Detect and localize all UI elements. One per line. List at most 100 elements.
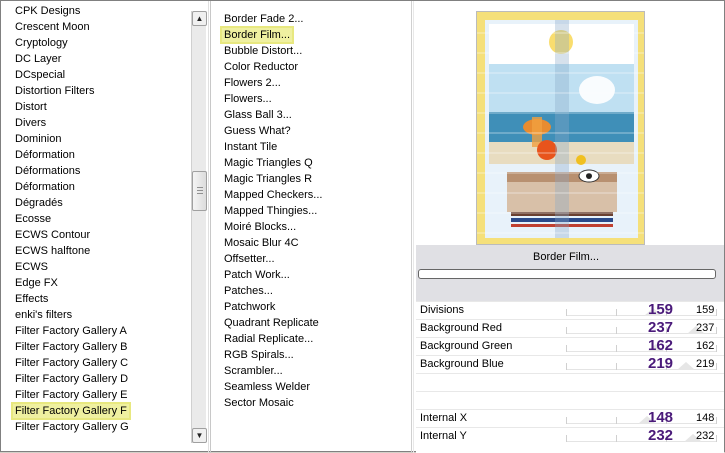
category-item[interactable]: Filter Factory Gallery D [3,371,191,387]
category-item[interactable]: Effects [3,291,191,307]
scroll-thumb[interactable] [192,171,207,211]
category-item[interactable]: Filter Factory Gallery F [3,402,191,420]
effect-item[interactable]: Mapped Thingies... [212,203,407,219]
effect-item[interactable]: Offsetter... [212,251,407,267]
effect-item[interactable]: RGB Spirals... [212,347,407,363]
effect-item[interactable]: Mosaic Blur 4C [212,235,407,251]
category-item[interactable]: Déformations [3,163,191,179]
effect-item-label: Magic Triangles R [224,173,313,185]
effect-item[interactable]: Mapped Checkers... [212,187,407,203]
category-item-label: Effects [15,293,49,305]
category-item-label: DC Layer [15,53,62,65]
effect-item[interactable]: Flowers 2... [212,75,407,91]
param-value[interactable]: 159 [696,304,714,316]
slider-tick [566,345,567,352]
category-item-label: Dominion [15,133,62,145]
category-item[interactable]: Filter Factory Gallery C [3,355,191,371]
effect-item-label: Patches... [224,285,273,297]
effect-item-label: Instant Tile [224,141,278,153]
category-item[interactable]: Distort [3,99,191,115]
category-item-label: enki's filters [15,309,73,321]
effect-item-label: Border Fade 2... [224,13,304,25]
category-item[interactable]: Dégradés [3,195,191,211]
category-item[interactable]: Edge FX [3,275,191,291]
effect-item[interactable]: Sector Mosaic [212,395,407,411]
category-item[interactable]: ECWS halftone [3,243,191,259]
effect-item[interactable]: Patch Work... [212,267,407,283]
param-value[interactable]: 232 [696,430,714,442]
effect-item[interactable]: Magic Triangles R [212,171,407,187]
param-value[interactable]: 162 [696,340,714,352]
scroll-up-button[interactable]: ▲ [192,11,207,26]
category-item[interactable]: enki's filters [3,307,191,323]
category-item[interactable]: ECWS [3,259,191,275]
slider-tick [566,327,567,334]
category-item[interactable]: Filter Factory Gallery G [3,419,191,435]
category-scrollbar[interactable]: ▲ ▼ [191,11,207,443]
effect-item[interactable]: Scrambler... [212,363,407,379]
effect-item[interactable]: Guess What? [212,123,407,139]
category-item-label: Distortion Filters [15,85,95,97]
effect-item[interactable]: Patches... [212,283,407,299]
category-item-label: Distort [15,101,47,113]
effect-item[interactable]: Quadrant Replicate [212,315,407,331]
effect-item-label: Patch Work... [224,269,290,281]
slider-tick [566,363,567,370]
effect-item[interactable]: Instant Tile [212,139,407,155]
param-value[interactable]: 237 [696,322,714,334]
pane-divider [411,1,414,453]
category-item[interactable]: Filter Factory Gallery E [3,387,191,403]
slider-tick [716,417,717,424]
preview-image [476,11,645,245]
effect-item[interactable]: Moiré Blocks... [212,219,407,235]
slider-tick [716,309,717,316]
effect-item-label: Radial Replicate... [224,333,314,345]
category-item[interactable]: Filter Factory Gallery A [3,323,191,339]
slider-tick [566,309,567,316]
slider-tick [616,327,617,334]
effect-item[interactable]: Border Fade 2... [212,11,407,27]
effect-item[interactable]: Seamless Welder [212,379,407,395]
category-item[interactable]: Ecosse [3,211,191,227]
effect-item[interactable]: Bubble Distort... [212,43,407,59]
effect-item-label: Quadrant Replicate [224,317,319,329]
effect-item-label: Flowers... [224,93,272,105]
scroll-down-button[interactable]: ▼ [192,428,207,443]
category-item-label: Filter Factory Gallery F [11,402,131,420]
category-item[interactable]: Cryptology [3,35,191,51]
category-item[interactable]: CPK Designs [3,3,191,19]
chevron-up-icon: ▲ [195,14,204,23]
effect-item[interactable]: Radial Replicate... [212,331,407,347]
category-item-label: Filter Factory Gallery C [15,357,129,369]
category-item[interactable]: Dominion [3,131,191,147]
effect-item[interactable]: Border Film... [212,26,407,44]
category-item[interactable]: DCspecial [3,67,191,83]
effect-item[interactable]: Magic Triangles Q [212,155,407,171]
category-item[interactable]: Crescent Moon [3,19,191,35]
category-item-label: DCspecial [15,69,66,81]
param-value[interactable]: 219 [696,358,714,370]
category-item-label: Cryptology [15,37,68,49]
effect-item-label: RGB Spirals... [224,349,294,361]
effect-item[interactable]: Glass Ball 3... [212,107,407,123]
effect-item-label: Magic Triangles Q [224,157,313,169]
filter-category-list[interactable]: CPK Designs Crescent Moon Cryptology DC Lay… [3,3,191,449]
category-item[interactable]: ECWS Contour [3,227,191,243]
effect-item[interactable]: Flowers... [212,91,407,107]
category-item[interactable]: Filter Factory Gallery B [3,339,191,355]
category-item[interactable]: Divers [3,115,191,131]
category-item[interactable]: Déformation [3,147,191,163]
filter-effect-list[interactable]: Border Fade 2... Border Film... Bubble Dis… [212,11,407,451]
param-label: Internal Y [420,430,467,442]
effect-item[interactable]: Color Reductor [212,59,407,75]
param-slider-track[interactable] [566,315,716,316]
category-item[interactable]: DC Layer [3,51,191,67]
param-slider-knob[interactable] [677,362,696,370]
category-item[interactable]: Déformation [3,179,191,195]
effect-item[interactable]: Patchwork [212,299,407,315]
param-value[interactable]: 148 [696,412,714,424]
category-item[interactable]: Distortion Filters [3,83,191,99]
category-item-label: Filter Factory Gallery G [15,421,129,433]
param-slider-track[interactable] [566,351,716,352]
category-item-label: Crescent Moon [15,21,90,33]
